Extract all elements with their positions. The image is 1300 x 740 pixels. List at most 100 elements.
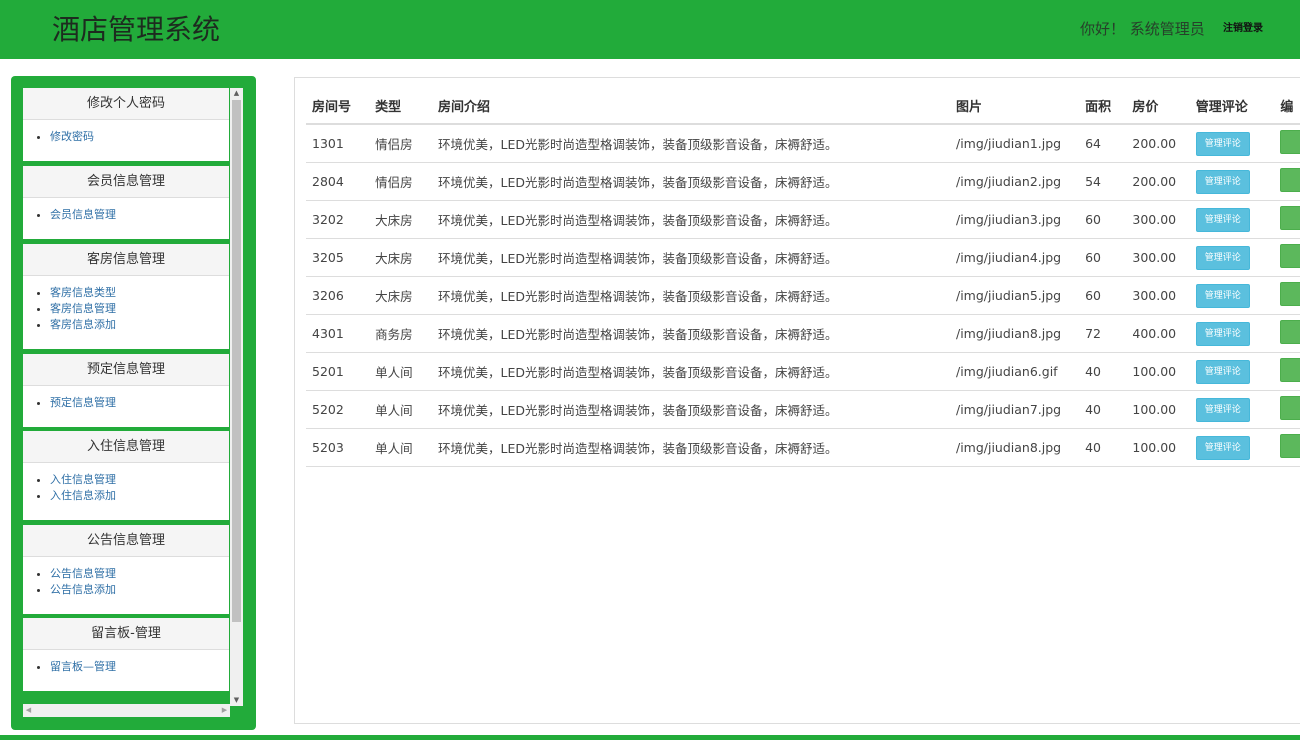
cell-edit <box>1274 238 1300 277</box>
cell-room: 5201 <box>306 352 370 391</box>
cell-room: 1301 <box>306 124 370 163</box>
cell-desc: 环境优美，LED光影时尚造型格调装饰，装备顶级影音设备，床褥舒适。 <box>432 390 950 429</box>
sidebar-menu-link[interactable]: 留言板—管理 <box>50 660 116 673</box>
sidebar-menu-link[interactable]: 会员信息管理 <box>50 208 116 221</box>
sidebar-menu-list: 客房信息类型客房信息管理客房信息添加 <box>23 276 229 333</box>
column-header: 房价 <box>1126 88 1190 125</box>
sidebar-panel: 客房信息管理客房信息类型客房信息管理客房信息添加 <box>23 244 229 349</box>
cell-edit <box>1274 276 1300 315</box>
cell-review: 管理评论 <box>1189 200 1275 239</box>
edit-button[interactable] <box>1280 358 1300 382</box>
edit-button[interactable] <box>1280 396 1300 420</box>
sidebar-menu-link[interactable]: 入住信息添加 <box>50 489 116 502</box>
cell-price: 100.00 <box>1126 428 1190 467</box>
sidebar-menu-list: 修改密码 <box>23 120 229 145</box>
scroll-up-arrow-icon[interactable]: ▲ <box>230 88 243 99</box>
edit-button[interactable] <box>1280 434 1300 458</box>
sidebar-menu-link[interactable]: 公告信息管理 <box>50 567 116 580</box>
app-title: 酒店管理系统 <box>52 13 221 46</box>
sidebar-menu-item: 客房信息管理 <box>50 301 229 317</box>
manage-review-button[interactable]: 管理评论 <box>1195 397 1250 422</box>
table-body: 1301 情侣房环境优美，LED光影时尚造型格调装饰，装备顶级影音设备，床褥舒适。… <box>306 124 1300 467</box>
cell-type: 单人间 <box>369 390 433 429</box>
scroll-right-arrow-icon[interactable]: ▶ <box>219 704 230 717</box>
cell-room: 5202 <box>306 390 370 429</box>
sidebar-vertical-scrollbar[interactable]: ▲ ▼ <box>230 88 243 706</box>
sidebar-menu-link[interactable]: 修改密码 <box>50 130 94 143</box>
cell-desc: 环境优美，LED光影时尚造型格调装饰，装备顶级影音设备，床褥舒适。 <box>432 314 950 353</box>
column-header: 房间号 <box>306 88 370 125</box>
logout-link[interactable]: 注销登录 <box>1223 22 1263 36</box>
edit-button[interactable] <box>1280 320 1300 344</box>
table-row: 5201 单人间 环境优美，LED光影时尚造型格调装饰，装备顶级影音设备，床褥舒适。… <box>306 352 1300 391</box>
cell-review: 管理评论 <box>1189 428 1275 467</box>
sidebar-menu-item: 会员信息管理 <box>50 207 229 223</box>
cell-price: 300.00 <box>1126 276 1190 315</box>
sidebar-menu-item: 留言板—管理 <box>50 659 229 675</box>
sidebar-menu-link[interactable]: 预定信息管理 <box>50 396 116 409</box>
manage-review-button[interactable]: 管理评论 <box>1195 283 1250 308</box>
sidebar-menu-link[interactable]: 入住信息管理 <box>50 473 116 486</box>
cell-review: 管理评论 <box>1189 238 1275 277</box>
cell-desc: 环境优美，LED光影时尚造型格调装饰，装备顶级影音设备，床褥舒适。 <box>432 428 950 467</box>
table-row: 1301 情侣房 环境优美，LED光影时尚造型格调装饰，装备顶级影音设备，床褥舒适。… <box>306 124 1300 163</box>
cell-price: 200.00 <box>1126 124 1190 163</box>
edit-button[interactable] <box>1280 206 1300 230</box>
manage-review-button[interactable]: 管理评论 <box>1195 321 1250 346</box>
cell-review: 管理评论 <box>1189 314 1275 353</box>
cell-review: 管理评论 <box>1189 124 1275 163</box>
manage-review-button[interactable]: 管理评论 <box>1195 245 1250 270</box>
cell-review: 管理评论 <box>1189 352 1275 391</box>
edit-button[interactable] <box>1280 282 1300 306</box>
cell-desc: 环境优美，LED光影时尚造型格调装饰，装备顶级影音设备，床褥舒适。 <box>432 238 950 277</box>
sidebar-panel: 留言板-管理留言板—管理 <box>23 618 229 691</box>
sidebar-panel-title: 会员信息管理 <box>23 166 229 198</box>
sidebar-menu-item: 预定信息管理 <box>50 395 229 411</box>
cell-edit <box>1274 124 1300 163</box>
edit-button[interactable] <box>1280 130 1300 154</box>
sidebar-menu-item: 公告信息管理 <box>50 566 229 582</box>
sidebar-menu-link[interactable]: 客房信息管理 <box>50 302 116 315</box>
cell-review: 管理评论 <box>1189 390 1275 429</box>
cell-price: 100.00 <box>1126 352 1190 391</box>
cell-review: 管理评论 <box>1189 162 1275 201</box>
manage-review-button[interactable]: 管理评论 <box>1195 435 1250 460</box>
sidebar-scroll-area: 修改个人密码修改密码会员信息管理会员信息管理客房信息管理客房信息类型客房信息管理… <box>23 88 243 718</box>
cell-type: 单人间 <box>369 352 433 391</box>
scroll-left-arrow-icon[interactable]: ◀ <box>23 704 34 717</box>
table-header-row: 房间号 类型 房间介绍 图片 面积 房价 管理评论编 <box>306 88 1300 125</box>
sidebar-menu-link[interactable]: 公告信息添加 <box>50 583 116 596</box>
sidebar-menu-link[interactable]: 客房信息类型 <box>50 286 116 299</box>
sidebar-menu-link[interactable]: 客房信息添加 <box>50 318 116 331</box>
cell-type: 大床房 <box>369 276 433 315</box>
manage-review-button[interactable]: 管理评论 <box>1195 131 1250 156</box>
cell-room: 4301 <box>306 314 370 353</box>
cell-image: /img/jiudian2.jpg <box>949 162 1080 201</box>
cell-area: 64 <box>1079 124 1127 163</box>
column-header: 房间介绍 <box>432 88 950 125</box>
cell-price: 100.00 <box>1126 390 1190 429</box>
cell-area: 40 <box>1079 390 1127 429</box>
scroll-down-arrow-icon[interactable]: ▼ <box>230 695 243 706</box>
manage-review-button[interactable]: 管理评论 <box>1195 169 1250 194</box>
cell-type: 情侣房 <box>369 124 433 163</box>
cell-room: 5203 <box>306 428 370 467</box>
manage-review-button[interactable]: 管理评论 <box>1195 359 1250 384</box>
cell-room: 3202 <box>306 200 370 239</box>
column-header: 管理评论 <box>1189 88 1275 125</box>
cell-edit <box>1274 428 1300 467</box>
cell-area: 40 <box>1079 352 1127 391</box>
scrollbar-thumb[interactable] <box>232 100 241 622</box>
sidebar-horizontal-scrollbar[interactable]: ◀ ▶ <box>23 704 230 717</box>
cell-area: 60 <box>1079 238 1127 277</box>
edit-button[interactable] <box>1280 244 1300 268</box>
cell-image: /img/jiudian8.jpg <box>949 428 1080 467</box>
sidebar-menu-item: 客房信息添加 <box>50 317 229 333</box>
cell-price: 300.00 <box>1126 238 1190 277</box>
cell-desc: 环境优美，LED光影时尚造型格调装饰，装备顶级影音设备，床褥舒适。 <box>432 352 950 391</box>
table-row: 3205 大床房 环境优美，LED光影时尚造型格调装饰，装备顶级影音设备，床褥舒适。… <box>306 238 1300 277</box>
sidebar-menu-list: 留言板—管理 <box>23 650 229 675</box>
manage-review-button[interactable]: 管理评论 <box>1195 207 1250 232</box>
edit-button[interactable] <box>1280 168 1300 192</box>
sidebar-menu-item: 入住信息添加 <box>50 488 229 504</box>
